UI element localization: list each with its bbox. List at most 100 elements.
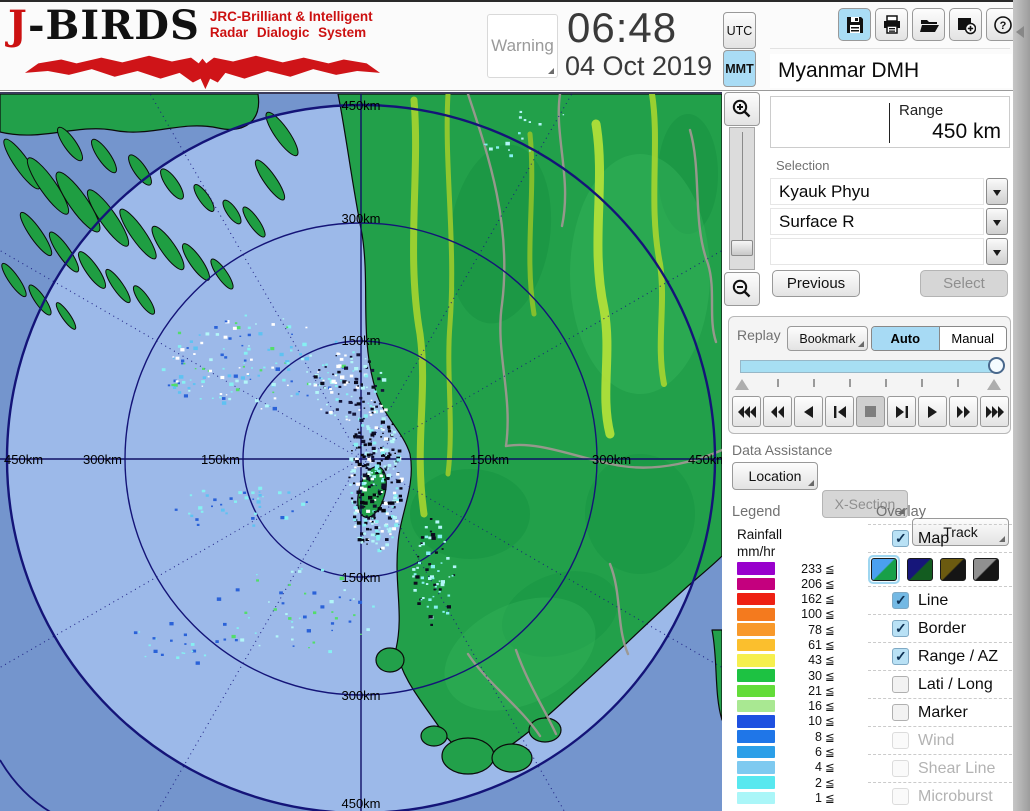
legend-le-symbol: ≦: [825, 577, 835, 591]
svg-text:150km: 150km: [201, 452, 240, 467]
overlay-item-microburst: Microburst: [868, 782, 1012, 810]
legend-entry: 10≦: [737, 715, 835, 728]
checkbox[interactable]: [892, 592, 909, 609]
checkbox[interactable]: [892, 676, 909, 693]
step-back-button[interactable]: [825, 396, 854, 427]
slider-tick: [921, 379, 923, 387]
fast-forward-button[interactable]: [949, 396, 978, 427]
clock-time: 06:48: [567, 4, 727, 52]
legend-le-symbol: ≦: [825, 607, 835, 621]
slider-tick: [885, 379, 887, 387]
map-style-swatch[interactable]: [973, 558, 999, 581]
play-reverse-button[interactable]: [794, 396, 823, 427]
svg-text:150km: 150km: [470, 452, 509, 467]
legend-color-swatch: [737, 562, 775, 575]
legend-entry: 61≦: [737, 638, 835, 651]
jbirds-logo: J-BIRDS JRC-Brilliant & Intelligent Rada…: [8, 4, 403, 90]
playback-controls: [732, 396, 1009, 427]
zoom-slider-track[interactable]: [729, 127, 755, 270]
legend-color-swatch: [737, 700, 775, 713]
selected-map-style: [868, 555, 900, 584]
legend-value: 43: [775, 653, 825, 667]
legend-value: 6: [775, 745, 825, 759]
zoom-slider-groove: [742, 132, 743, 242]
map-style-swatch[interactable]: [907, 558, 933, 581]
checkbox[interactable]: [892, 530, 909, 547]
mmt-button[interactable]: MMT: [723, 50, 756, 87]
legend-entry: 2≦: [737, 776, 835, 789]
legend-color-swatch: [737, 608, 775, 621]
warning-button[interactable]: Warning: [487, 14, 558, 78]
svg-text:300km: 300km: [83, 452, 122, 467]
legend-entry: 1≦: [737, 791, 835, 804]
zoom-in-icon: [731, 98, 753, 120]
legend-entry: 206≦: [737, 577, 835, 590]
logo-title: J-BIRDS: [8, 4, 200, 48]
fastest-forward-button[interactable]: [980, 396, 1009, 427]
previous-button[interactable]: Previous: [772, 270, 860, 297]
svg-text:150km: 150km: [341, 333, 380, 348]
legend-le-symbol: ≦: [825, 669, 835, 683]
legend-value: 206: [775, 577, 825, 591]
save-button[interactable]: [838, 8, 871, 41]
legend-entry: 21≦: [737, 684, 835, 697]
map-style-swatch[interactable]: [871, 558, 897, 581]
utc-button[interactable]: UTC: [723, 12, 756, 49]
overlay-item-label: Border: [918, 620, 966, 638]
location-button[interactable]: Location: [732, 462, 818, 490]
collapse-panel-arrow[interactable]: [1016, 26, 1024, 38]
bookmark-button[interactable]: Bookmark: [787, 326, 868, 351]
svg-text:300km: 300km: [592, 452, 631, 467]
legend-le-symbol: ≦: [825, 730, 835, 744]
map-style-swatch[interactable]: [940, 558, 966, 581]
slider-start-marker: [735, 379, 749, 390]
auto-button[interactable]: Auto: [872, 327, 940, 350]
legend-le-symbol: ≦: [825, 745, 835, 759]
play-button[interactable]: [918, 396, 947, 427]
checkbox[interactable]: [892, 648, 909, 665]
step-forward-button[interactable]: [887, 396, 916, 427]
print-button[interactable]: [875, 8, 908, 41]
site-dropdown[interactable]: Kyauk Phyu: [770, 178, 984, 205]
fastest-rewind-button[interactable]: [732, 396, 761, 427]
extra-dropdown[interactable]: [770, 238, 984, 265]
select-button: Select: [920, 270, 1008, 297]
overlay-item-label: Marker: [918, 704, 968, 722]
zoom-in-button[interactable]: [724, 92, 760, 126]
slider-end-marker: [987, 379, 1001, 390]
overlay-item-map: Map: [868, 524, 1012, 552]
stop-button[interactable]: [856, 396, 885, 427]
overlay-item-label: Line: [918, 592, 948, 610]
extra-dropdown-button[interactable]: [986, 238, 1008, 265]
legend-le-symbol: ≦: [825, 699, 835, 713]
legend-entry: 43≦: [737, 654, 835, 667]
legend-le-symbol: ≦: [825, 592, 835, 606]
open-folder-button[interactable]: [912, 8, 945, 41]
legend-le-symbol: ≦: [825, 776, 835, 790]
capture-add-button[interactable]: [949, 8, 982, 41]
legend-entry: 78≦: [737, 623, 835, 636]
fast-rewind-button[interactable]: [763, 396, 792, 427]
legend-color-swatch: [737, 578, 775, 591]
overlay-item-label: Wind: [918, 732, 954, 750]
replay-slider[interactable]: [740, 360, 998, 373]
legend-color-swatch: [737, 746, 775, 759]
legend-value: 10: [775, 714, 825, 728]
slider-handle[interactable]: [988, 357, 1005, 374]
legend-entry: 6≦: [737, 745, 835, 758]
logo-tagline: JRC-Brilliant & Intelligent Radar Dialog…: [210, 9, 373, 41]
radar-map[interactable]: 450km 300km 150km 150km 300km 450km 450k…: [0, 92, 722, 811]
legend-le-symbol: ≦: [825, 562, 835, 576]
station-title: Myanmar DMH: [770, 54, 1012, 88]
zoom-slider-thumb[interactable]: [731, 240, 753, 256]
product-dropdown[interactable]: Surface R: [770, 208, 984, 235]
checkbox[interactable]: [892, 704, 909, 721]
site-dropdown-button[interactable]: [986, 178, 1008, 205]
product-dropdown-button[interactable]: [986, 208, 1008, 235]
selection-label: Selection: [776, 158, 829, 173]
legend-le-symbol: ≦: [825, 638, 835, 652]
zoom-out-button[interactable]: [724, 272, 760, 306]
legend-value: 162: [775, 592, 825, 606]
manual-button[interactable]: Manual: [940, 327, 1007, 350]
checkbox[interactable]: [892, 620, 909, 637]
